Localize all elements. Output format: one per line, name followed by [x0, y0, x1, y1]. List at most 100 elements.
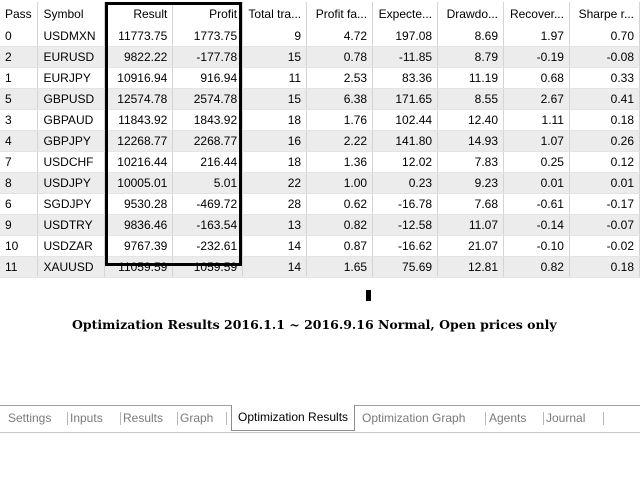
bottom-tab-bar: Settings Inputs Results Graph Optimization R… — [0, 405, 640, 431]
table-body: 0 USDMXN 11773.75 1773.75 9 4.72 197.08 8.69 1.9… — [0, 26, 640, 278]
tab-graph[interactable]: Graph — [180, 406, 213, 430]
table-cell: 9 — [242, 26, 308, 47]
table-cell: 2268.77 — [172, 130, 244, 152]
table-cell: -0.07 — [569, 214, 640, 236]
column-header-6[interactable]: Expecte... — [372, 2, 439, 26]
table-cell: 0.26 — [569, 130, 640, 152]
table-cell: 1 — [0, 67, 39, 89]
table-cell: 18 — [242, 109, 308, 131]
table-cell: 2.53 — [306, 67, 374, 89]
table-cell: 0.82 — [306, 214, 374, 236]
table-cell: 10916.94 — [104, 67, 174, 89]
header-row: Pass Symbol Result Profit Total tra... Profit… — [0, 2, 640, 26]
column-header-2[interactable]: Result — [104, 2, 174, 26]
column-header-4[interactable]: Total tra... — [242, 2, 308, 26]
table-cell: 12.81 — [437, 256, 504, 278]
table-cell: 1.97 — [503, 26, 570, 47]
table-cell: -177.78 — [172, 46, 244, 68]
table-cell: 9767.39 — [104, 235, 174, 257]
table-cell: USDMXN — [37, 26, 106, 47]
table-row[interactable]: 8 USDJPY 10005.01 5.01 22 1.00 0.23 9.23 0.01 0.0… — [0, 172, 640, 194]
table-row[interactable]: 5 GBPUSD 12574.78 2574.78 15 6.38 171.65 8.55 2.… — [0, 88, 640, 110]
text-cursor-mark — [366, 290, 371, 301]
table-cell: 2 — [0, 46, 39, 68]
tab-journal[interactable]: Journal — [546, 406, 585, 430]
table-cell: 13 — [242, 214, 308, 236]
table-row[interactable]: 0 USDMXN 11773.75 1773.75 9 4.72 197.08 8.69 1.9… — [0, 26, 640, 47]
column-header-7[interactable]: Drawdo... — [437, 2, 504, 26]
table-cell: -0.10 — [503, 235, 570, 257]
table-cell: 1.65 — [306, 256, 374, 278]
table-cell: 171.65 — [372, 88, 439, 110]
optimization-results-table: Pass Symbol Result Profit Total tra... Profit… — [0, 2, 640, 278]
column-header-0[interactable]: Pass — [0, 2, 39, 26]
table-cell: 7 — [0, 151, 39, 173]
tab-separator — [603, 412, 604, 425]
table-cell: 15 — [242, 88, 308, 110]
tab-optimization-graph[interactable]: Optimization Graph — [362, 406, 465, 430]
table-cell: 9.23 — [437, 172, 504, 194]
table-cell: 75.69 — [372, 256, 439, 278]
table-row[interactable]: 6 SGDJPY 9530.28 -469.72 28 0.62 -16.78 7.68 -0.… — [0, 193, 640, 215]
table-cell: 14.93 — [437, 130, 504, 152]
column-header-5[interactable]: Profit fa... — [306, 2, 374, 26]
table-cell: 0.78 — [306, 46, 374, 68]
table-cell: 0.25 — [503, 151, 570, 173]
tab-results[interactable]: Results — [123, 406, 163, 430]
table-cell: 12.02 — [372, 151, 439, 173]
table-cell: -0.08 — [569, 46, 640, 68]
table-cell: 11773.75 — [104, 26, 174, 47]
table-cell: USDCHF — [37, 151, 106, 173]
table-cell: GBPJPY — [37, 130, 106, 152]
table-row[interactable]: 11 XAUUSD 11059.59 1059.59 14 1.65 75.69 12.81 0… — [0, 256, 640, 278]
table-cell: 0.70 — [569, 26, 640, 47]
table-cell: 12.40 — [437, 109, 504, 131]
table-cell: 1.76 — [306, 109, 374, 131]
tab-separator — [120, 412, 121, 425]
table-cell: USDJPY — [37, 172, 106, 194]
table-cell: USDZAR — [37, 235, 106, 257]
table-cell: 1059.59 — [172, 256, 244, 278]
tab-agents[interactable]: Agents — [489, 406, 526, 430]
table-cell: 12268.77 — [104, 130, 174, 152]
column-header-1[interactable]: Symbol — [37, 2, 106, 26]
table-cell: -0.14 — [503, 214, 570, 236]
table-cell: 11 — [242, 67, 308, 89]
table-row[interactable]: 4 GBPJPY 12268.77 2268.77 16 2.22 141.80 14.93 1… — [0, 130, 640, 152]
table-cell: 15 — [242, 46, 308, 68]
table-cell: 0.33 — [569, 67, 640, 89]
table-cell: 1.00 — [306, 172, 374, 194]
tab-inputs[interactable]: Inputs — [70, 406, 103, 430]
table-cell: 7.83 — [437, 151, 504, 173]
table-cell: 8 — [0, 172, 39, 194]
table-cell: 9530.28 — [104, 193, 174, 215]
table-cell: 16 — [242, 130, 308, 152]
table-row[interactable]: 3 GBPAUD 11843.92 1843.92 18 1.76 102.44 12.40 1… — [0, 109, 640, 131]
table-row[interactable]: 10 USDZAR 9767.39 -232.61 14 0.87 -16.62 21.07-… — [0, 235, 640, 257]
table-cell: 0.01 — [569, 172, 640, 194]
table-cell: 102.44 — [372, 109, 439, 131]
table-cell: 6.38 — [306, 88, 374, 110]
table-cell: 4.72 — [306, 26, 374, 47]
table-cell: SGDJPY — [37, 193, 106, 215]
table-cell: 9 — [0, 214, 39, 236]
table-cell: 9836.46 — [104, 214, 174, 236]
table-cell: -0.17 — [569, 193, 640, 215]
table-cell: -163.54 — [172, 214, 244, 236]
table-cell: -16.78 — [372, 193, 439, 215]
table-row[interactable]: 7 USDCHF 10216.44 216.44 18 1.36 12.02 7.83 0.25… — [0, 151, 640, 173]
table-cell: 0.62 — [306, 193, 374, 215]
tab-settings[interactable]: Settings — [8, 406, 51, 430]
column-header-9[interactable]: Sharpe r... — [569, 2, 640, 26]
table-cell: 2.22 — [306, 130, 374, 152]
table-cell: -232.61 — [172, 235, 244, 257]
column-header-8[interactable]: Recover... — [503, 2, 570, 26]
tab-optimization-results[interactable]: Optimization Results — [231, 405, 356, 431]
column-header-3[interactable]: Profit — [172, 2, 244, 26]
table-row[interactable]: 9 USDTRY 9836.46 -163.54 13 0.82 -12.58 11.07 -0… — [0, 214, 640, 236]
table-cell: 9822.22 — [104, 46, 174, 68]
table-cell: 0.87 — [306, 235, 374, 257]
table-row[interactable]: 2 EURUSD 9822.22 -177.78 15 0.78 -11.85 8.79 -0.… — [0, 46, 640, 68]
table-cell: -0.61 — [503, 193, 570, 215]
table-row[interactable]: 1 EURJPY 10916.94 916.94 11 2.53 83.36 11.19 0.6… — [0, 67, 640, 89]
